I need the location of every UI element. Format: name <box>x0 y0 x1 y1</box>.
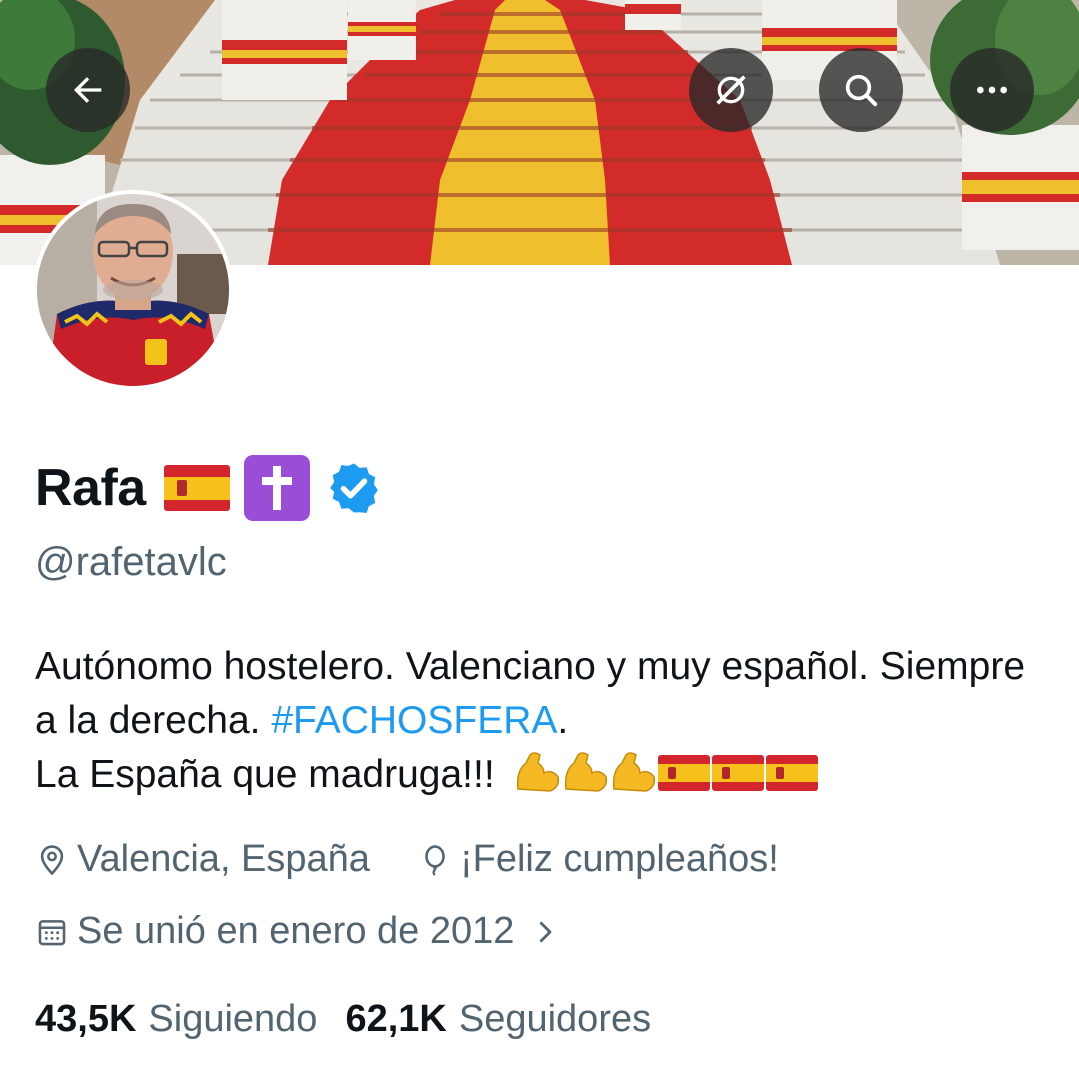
following-count: 43,5K <box>35 998 137 1040</box>
following-link[interactable]: 43,5K Siguiendo <box>35 998 345 1041</box>
name-row: Rafa <box>35 452 382 524</box>
followers-label: Seguidores <box>458 998 652 1040</box>
chevron-right-icon[interactable] <box>530 917 560 947</box>
flexed-biceps-icon <box>612 752 655 792</box>
meta-row-2[interactable]: Se unió en enero de 2012 <box>35 910 560 953</box>
flexed-biceps-icon <box>564 752 607 792</box>
search-button[interactable] <box>819 48 903 132</box>
verified-badge-icon[interactable] <box>326 460 382 516</box>
hashtag-link[interactable]: #FACHOSFERA <box>271 699 557 742</box>
grok-icon <box>716 75 746 105</box>
avatar-image <box>37 194 229 386</box>
flag-spain-icon <box>711 755 764 791</box>
location-text: Valencia, España <box>77 838 370 880</box>
followers-count: 62,1K <box>345 998 447 1040</box>
flexed-biceps-icon <box>516 752 559 792</box>
grok-button[interactable] <box>689 48 773 132</box>
search-icon <box>845 74 878 107</box>
followers-link[interactable]: 62,1K Seguidores <box>345 998 679 1041</box>
bio-punctuation: . <box>557 699 569 742</box>
following-label: Siguiendo <box>148 998 318 1040</box>
arrow-left-icon <box>74 77 102 103</box>
user-handle: @rafetavlc <box>35 540 227 584</box>
flag-spain-icon <box>765 755 818 791</box>
meta-row-1: Valencia, España ¡Feliz cumpleaños! <box>35 838 779 881</box>
back-button[interactable] <box>46 48 130 132</box>
more-button[interactable] <box>950 48 1034 132</box>
calendar-icon <box>38 919 66 945</box>
balloon-icon <box>425 844 445 876</box>
location-pin-icon <box>40 844 64 875</box>
birthday-text: ¡Feliz cumpleaños! <box>459 838 779 880</box>
bio-emojis <box>514 752 820 796</box>
bio-line-3: La España que madruga!!! <box>35 753 495 796</box>
display-name: Rafa <box>35 459 146 517</box>
latin-cross-icon <box>243 455 310 521</box>
bio: Autónomo hostelero. Valenciano y muy esp… <box>35 640 1055 802</box>
joined-date-text: Se unió en enero de 2012 <box>77 910 515 952</box>
follow-stats: 43,5K Siguiendo 62,1K Seguidores <box>35 998 679 1041</box>
flag-spain-icon <box>657 755 710 791</box>
more-icon <box>977 86 1007 94</box>
avatar[interactable] <box>33 190 233 390</box>
flag-spain-icon <box>163 465 230 511</box>
